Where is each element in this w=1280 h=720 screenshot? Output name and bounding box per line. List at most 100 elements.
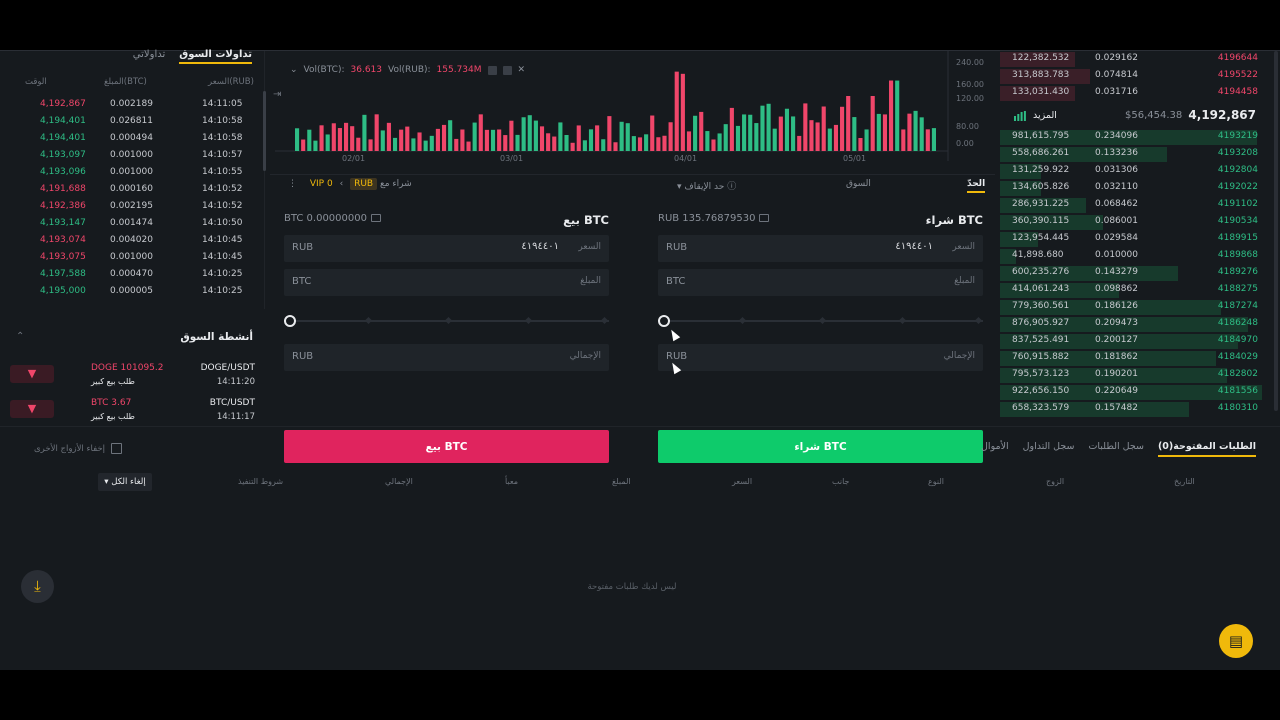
activity-item[interactable]: ▼ DOGE 101095.2 طلب بيع كبير DOGE/USDT 1… xyxy=(10,361,255,395)
bid-row[interactable]: 134,605.826 0.032110 4192022 xyxy=(1000,180,1270,197)
fee-tier[interactable]: ⋮ VIP 0 ‹ RUB شراء مع xyxy=(288,178,412,190)
slider-tick[interactable] xyxy=(444,316,453,325)
volume-bar xyxy=(693,115,698,151)
bid-row[interactable]: 837,525.491 0.200127 4184970 xyxy=(1000,333,1270,350)
ask-row[interactable]: 313,883.783 0.074814 4195522 xyxy=(1000,68,1270,85)
volume-bar xyxy=(686,131,692,151)
slider-knob[interactable] xyxy=(658,315,670,327)
bid-row[interactable]: 981,615.795 0.234096 4193219 xyxy=(1000,129,1270,146)
slider-tick[interactable] xyxy=(974,316,983,325)
more-dots-icon[interactable]: ⋮ xyxy=(288,179,297,189)
tab-limit[interactable]: الحدّ xyxy=(967,179,986,193)
sell-total-input[interactable]: RUB الإجمالي xyxy=(284,344,609,371)
bid-row[interactable]: 41,898.680 0.010000 4189868 xyxy=(1000,248,1270,265)
activity-item[interactable]: ▼ BTC 3.67 طلب بيع كبير BTC/USDT 14:11:1… xyxy=(10,396,255,430)
trades-scrollbar[interactable] xyxy=(263,91,266,171)
chat-icon[interactable]: ▤ xyxy=(1219,624,1253,658)
buy-amount-input[interactable]: BTC المبلغ xyxy=(658,269,983,296)
tab-open-orders[interactable]: الطلبات المفتوحة(0) xyxy=(1157,441,1256,457)
buy-percent-slider[interactable] xyxy=(658,315,983,327)
y-tick-label: 0.00 xyxy=(956,139,974,148)
bid-row[interactable]: 131,259.922 0.031306 4192804 xyxy=(1000,163,1270,180)
bid-price: 4184029 xyxy=(1217,352,1258,362)
chart-expand-icon[interactable]: ⇥ xyxy=(273,89,281,100)
field-label: المبلغ xyxy=(580,276,601,286)
volume-bar xyxy=(815,122,820,151)
slider-tick[interactable] xyxy=(364,316,373,325)
orders-tabs: الأموال سجل التداول سجل الطلبات الطلبات … xyxy=(981,441,1256,457)
volume-bar xyxy=(484,129,489,151)
slider-tick[interactable] xyxy=(524,316,533,325)
sell-percent-slider[interactable] xyxy=(284,315,609,327)
tab-market[interactable]: السوق xyxy=(846,179,871,189)
bid-row[interactable]: 658,323.579 0.157482 4180310 xyxy=(1000,401,1270,418)
bid-row[interactable]: 360,390.115 0.086001 4190534 xyxy=(1000,214,1270,231)
bid-row[interactable]: 795,573.123 0.190201 4182802 xyxy=(1000,367,1270,384)
tab-market-trades[interactable]: تداولات السوق xyxy=(179,49,252,64)
volume-bar xyxy=(478,114,483,151)
trade-row: 4,192,386 0.002195 14:10:52 xyxy=(0,199,255,216)
tab-my-trades[interactable]: تداولاتي xyxy=(133,49,165,64)
volume-bar xyxy=(619,121,624,151)
trade-price: 4,197,588 xyxy=(40,269,86,279)
bid-row[interactable]: 876,905.927 0.209473 4186248 xyxy=(1000,316,1270,333)
depth-bars-icon[interactable] xyxy=(1014,111,1026,121)
volume-chart[interactable]: ⌄ Vol(BTC): 36.613 Vol(RUB): 155.734M ✕ … xyxy=(270,51,995,171)
trades-list: 4,192,867 0.002189 14:11:05 4,194,401 0.0268… xyxy=(0,97,255,307)
trade-time: 14:10:57 xyxy=(202,150,243,160)
trades-tabs: تداولاتي تداولات السوق xyxy=(133,49,252,64)
collapse-icon[interactable]: ⌃ xyxy=(16,331,24,342)
sell-amount-input[interactable]: BTC المبلغ xyxy=(284,269,609,296)
trade-row: 4,193,075 0.001000 14:10:45 xyxy=(0,250,255,267)
trade-time: 14:10:45 xyxy=(202,235,243,245)
bid-row[interactable]: 123,954.445 0.029584 4189915 xyxy=(1000,231,1270,248)
bid-row[interactable]: 414,061.243 0.098862 4188275 xyxy=(1000,282,1270,299)
tab-order-history[interactable]: سجل الطلبات xyxy=(1088,441,1143,457)
trade-price: 4,194,401 xyxy=(40,133,86,143)
bid-row[interactable]: 600,235.276 0.143279 4189276 xyxy=(1000,265,1270,282)
ask-row[interactable]: 122,382.532 0.029162 4196644 xyxy=(1000,51,1270,68)
more-link[interactable]: المزيد xyxy=(1033,110,1057,121)
hide-other-pairs[interactable]: إخفاء الأزواج الأخرى xyxy=(34,443,122,454)
volume-bars: 240.00 160.00 120.00 80.00 0.00 02/01 03/01 04/… xyxy=(275,51,984,163)
bid-row[interactable]: 922,656.150 0.220649 4181556 xyxy=(1000,384,1270,401)
sell-price-input[interactable]: RUB ٤١٩٤٤٠١ السعر xyxy=(284,235,609,262)
bid-price: 4191102 xyxy=(1217,199,1258,209)
activity-sub: طلب بيع كبير xyxy=(91,377,135,386)
buy-total-input[interactable]: RUB الإجمالي xyxy=(658,344,983,371)
tab-stop-limit[interactable]: ▾ حد الإيقاف ⓘ xyxy=(677,179,736,192)
volume-bar xyxy=(846,96,851,151)
slider-tick[interactable] xyxy=(600,316,609,325)
bid-row[interactable]: 558,686.261 0.133236 4193208 xyxy=(1000,146,1270,163)
slider-tick[interactable] xyxy=(738,316,747,325)
volume-bar xyxy=(864,129,869,151)
activity-pair: BTC/USDT xyxy=(209,398,255,408)
download-icon[interactable]: ⤓ xyxy=(21,570,54,603)
bid-row[interactable]: 286,931.225 0.068462 4191102 xyxy=(1000,197,1270,214)
wallet-icon[interactable] xyxy=(759,214,770,222)
trade-price: 4,191,688 xyxy=(40,184,86,194)
slider-tick[interactable] xyxy=(898,316,907,325)
bid-amount: 0.186126 xyxy=(1095,301,1138,311)
bid-price: 4189276 xyxy=(1217,267,1258,277)
bid-row[interactable]: 779,360.561 0.186126 4187274 xyxy=(1000,299,1270,316)
buy-price-input[interactable]: RUB ٤١٩٤٤٠١ السعر xyxy=(658,235,983,262)
bid-price: 4181556 xyxy=(1217,386,1258,396)
wallet-icon[interactable] xyxy=(370,214,381,222)
field-label: السعر xyxy=(952,242,975,252)
ask-row[interactable]: 133,031.430 0.031716 4194458 xyxy=(1000,85,1270,102)
trade-row: 4,192,867 0.002189 14:11:05 xyxy=(0,97,255,114)
bid-row[interactable]: 760,915.882 0.181862 4184029 xyxy=(1000,350,1270,367)
order-book-scrollbar[interactable] xyxy=(1274,51,1278,411)
volume-bar xyxy=(797,135,802,151)
tab-funds[interactable]: الأموال xyxy=(981,441,1009,457)
volume-bar xyxy=(766,103,771,151)
hide-pairs-checkbox[interactable] xyxy=(110,443,122,454)
quote-currency-pill[interactable]: RUB xyxy=(350,178,378,190)
slider-tick[interactable] xyxy=(818,316,827,325)
market-activity-panel: ⌃ أنشطة السوق ▼ DOGE 101095.2 طلب بيع كب… xyxy=(0,321,265,426)
cancel-all-button[interactable]: ▾ إلغاء الكل xyxy=(98,473,152,491)
slider-knob[interactable] xyxy=(284,315,296,327)
bid-price: 4186248 xyxy=(1217,318,1258,328)
tab-trade-history[interactable]: سجل التداول xyxy=(1023,441,1075,457)
